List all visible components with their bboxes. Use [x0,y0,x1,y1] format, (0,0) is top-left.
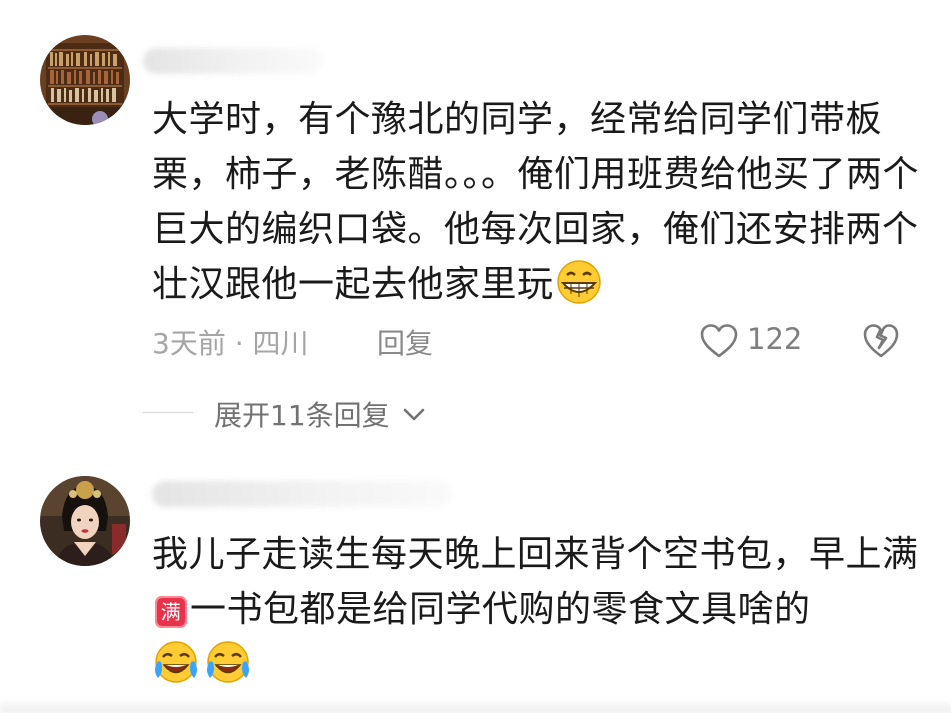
comment-body-part1: 我儿子走读生每天晚上回来背个空书包，早上满 [152,534,919,575]
costume-woman-avatar-image [40,476,130,566]
cut-off-next-row [0,699,951,713]
avatar[interactable] [40,476,130,566]
tears-of-joy-emoji-icon [152,640,200,700]
tears-of-joy-emoji-icon [204,640,252,700]
comment-text: 我儿子走读生每天晚上回来背个空书包，早上满满 一书包都是给同学代购的零食文具啥的 [152,527,922,700]
comment-item: 我儿子走读生每天晚上回来背个空书包，早上满满 一书包都是给同学代购的零食文具啥的 [0,0,951,713]
username-blurred[interactable] [152,481,452,507]
man-badge-emoji-icon: 满 [155,596,187,628]
comment-body-part2: 一书包都是给同学代购的零食文具啥的 [190,589,811,630]
